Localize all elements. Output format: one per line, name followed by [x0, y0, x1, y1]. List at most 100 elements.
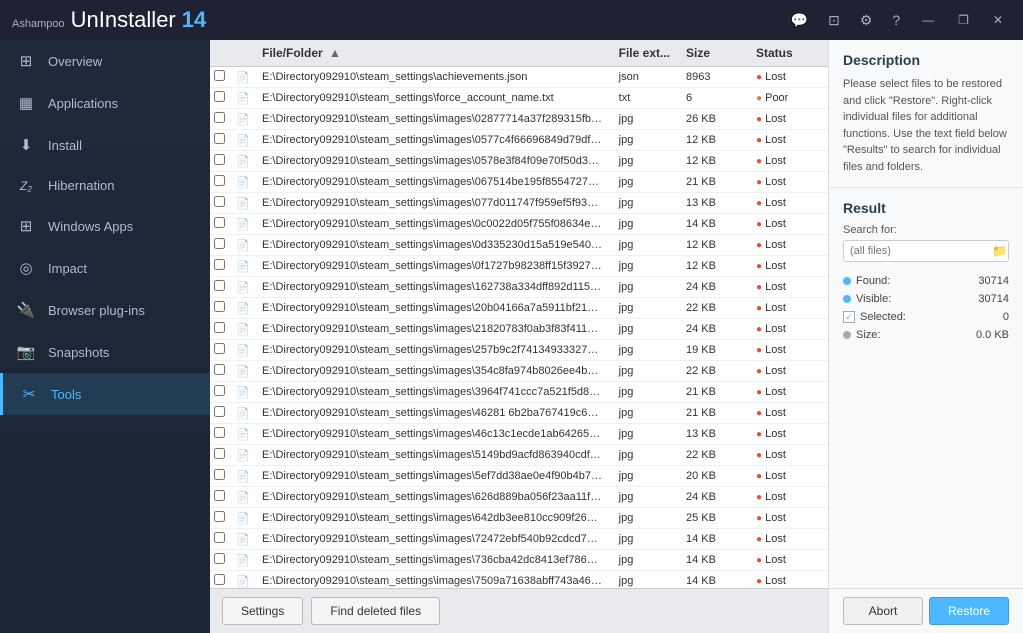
- file-size: 22 KB: [678, 298, 748, 319]
- sidebar-item-windows-apps[interactable]: ⊞ Windows Apps: [0, 205, 210, 247]
- table-row: 📄 E:\Directory092910\steam_settings\imag…: [210, 550, 828, 571]
- row-checkbox[interactable]: [210, 193, 234, 214]
- app-title: Ashampoo UnInstaller 14: [12, 7, 785, 33]
- row-checkbox[interactable]: [210, 256, 234, 277]
- row-checkbox[interactable]: [210, 445, 234, 466]
- file-ext: jpg: [611, 340, 678, 361]
- row-checkbox[interactable]: [210, 403, 234, 424]
- sidebar-item-browser-plugins[interactable]: 🔌 Browser plug-ins: [0, 289, 210, 331]
- row-checkbox[interactable]: [210, 361, 234, 382]
- abort-button[interactable]: Abort: [843, 597, 923, 625]
- row-checkbox[interactable]: [210, 382, 234, 403]
- col-file-ext[interactable]: File ext...: [611, 40, 678, 67]
- sidebar-item-hibernation[interactable]: Z₂ Hibernation: [0, 166, 210, 205]
- sidebar-label-impact: Impact: [48, 261, 87, 276]
- row-checkbox[interactable]: [210, 571, 234, 589]
- snapshots-icon: 📷: [16, 343, 36, 361]
- sidebar-item-snapshots[interactable]: 📷 Snapshots: [0, 331, 210, 373]
- row-checkbox[interactable]: [210, 277, 234, 298]
- sidebar-label-windows-apps: Windows Apps: [48, 219, 133, 234]
- file-path: E:\Directory092910\steam_settings\images…: [254, 529, 611, 550]
- row-checkbox[interactable]: [210, 298, 234, 319]
- table-row: 📄 E:\Directory092910\steam_settings\imag…: [210, 424, 828, 445]
- row-checkbox[interactable]: [210, 319, 234, 340]
- row-checkbox[interactable]: [210, 235, 234, 256]
- row-checkbox[interactable]: [210, 508, 234, 529]
- sidebar-item-applications[interactable]: ▦ Applications: [0, 82, 210, 124]
- description-text: Please select files to be restored and c…: [843, 76, 1009, 175]
- minimize-button[interactable]: —: [914, 9, 942, 31]
- table-header-row: File/Folder ▲ File ext... Size Status: [210, 40, 828, 67]
- help-icon[interactable]: ?: [886, 8, 906, 32]
- file-icon-cell: 📄: [234, 424, 254, 445]
- row-checkbox[interactable]: [210, 424, 234, 445]
- file-status: ● Lost: [748, 340, 828, 361]
- file-ext: jpg: [611, 172, 678, 193]
- file-size: 21 KB: [678, 172, 748, 193]
- row-checkbox[interactable]: [210, 67, 234, 88]
- col-file-folder[interactable]: File/Folder ▲: [254, 40, 611, 67]
- file-table-container[interactable]: File/Folder ▲ File ext... Size Status 📄 …: [210, 40, 828, 588]
- row-checkbox[interactable]: [210, 109, 234, 130]
- close-button[interactable]: ✕: [985, 9, 1011, 31]
- table-row: 📄 E:\Directory092910\steam_settings\imag…: [210, 529, 828, 550]
- search-input[interactable]: [850, 245, 992, 257]
- row-checkbox[interactable]: [210, 214, 234, 235]
- file-ext: jpg: [611, 487, 678, 508]
- file-icon-cell: 📄: [234, 466, 254, 487]
- titlebar: Ashampoo UnInstaller 14 💬 ⊡ ⚙ ? — ❐ ✕: [0, 0, 1023, 40]
- find-deleted-button[interactable]: Find deleted files: [311, 597, 440, 625]
- file-size: 14 KB: [678, 571, 748, 589]
- row-checkbox[interactable]: [210, 130, 234, 151]
- settings-icon[interactable]: ⚙: [854, 8, 879, 33]
- row-checkbox[interactable]: [210, 466, 234, 487]
- row-checkbox[interactable]: [210, 88, 234, 109]
- file-status: ● Lost: [748, 151, 828, 172]
- table-row: 📄 E:\Directory092910\steam_settings\imag…: [210, 361, 828, 382]
- file-size: 14 KB: [678, 529, 748, 550]
- file-ext: jpg: [611, 151, 678, 172]
- sidebar-item-install[interactable]: ⬇ Install: [0, 124, 210, 166]
- file-path: E:\Directory092910\steam_settings\images…: [254, 361, 611, 382]
- row-checkbox[interactable]: [210, 529, 234, 550]
- file-size: 24 KB: [678, 487, 748, 508]
- file-size: 24 KB: [678, 277, 748, 298]
- sidebar: ⊞ Overview ▦ Applications ⬇ Install Z₂ H…: [0, 40, 210, 633]
- restore-button[interactable]: Restore: [929, 597, 1009, 625]
- col-size[interactable]: Size: [678, 40, 748, 67]
- row-checkbox[interactable]: [210, 550, 234, 571]
- settings-button[interactable]: Settings: [222, 597, 303, 625]
- sidebar-item-tools[interactable]: ✂ Tools: [0, 373, 210, 415]
- sidebar-item-impact[interactable]: ◎ Impact: [0, 247, 210, 289]
- file-status: ● Lost: [748, 256, 828, 277]
- file-ext: jpg: [611, 214, 678, 235]
- file-ext: jpg: [611, 361, 678, 382]
- chat-icon[interactable]: 💬: [785, 8, 814, 33]
- col-status[interactable]: Status: [748, 40, 828, 67]
- view-icon[interactable]: ⊡: [822, 8, 846, 33]
- file-icon-cell: 📄: [234, 508, 254, 529]
- file-icon-cell: 📄: [234, 361, 254, 382]
- folder-icon[interactable]: 📁: [992, 244, 1007, 258]
- sidebar-label-applications: Applications: [48, 96, 118, 111]
- row-checkbox[interactable]: [210, 151, 234, 172]
- maximize-button[interactable]: ❐: [950, 9, 977, 31]
- sidebar-label-browser-plugins: Browser plug-ins: [48, 303, 145, 318]
- sidebar-item-overview[interactable]: ⊞ Overview: [0, 40, 210, 82]
- file-status: ● Poor: [748, 88, 828, 109]
- file-path: E:\Directory092910\steam_settings\images…: [254, 298, 611, 319]
- size-dot: [843, 331, 851, 339]
- row-checkbox[interactable]: [210, 172, 234, 193]
- table-row: 📄 E:\Directory092910\steam_settings\imag…: [210, 571, 828, 589]
- search-input-wrap[interactable]: 📁: [843, 240, 1009, 262]
- file-ext: jpg: [611, 109, 678, 130]
- row-checkbox[interactable]: [210, 340, 234, 361]
- file-path: E:\Directory092910\steam_settings\images…: [254, 130, 611, 151]
- visible-dot: [843, 295, 851, 303]
- result-selected-row: ✓ Selected: 0: [843, 308, 1009, 326]
- right-panel: Description Please select files to be re…: [828, 40, 1023, 633]
- row-checkbox[interactable]: [210, 487, 234, 508]
- file-status: ● Lost: [748, 571, 828, 589]
- selected-checkbox[interactable]: ✓: [843, 311, 855, 323]
- file-ext: jpg: [611, 529, 678, 550]
